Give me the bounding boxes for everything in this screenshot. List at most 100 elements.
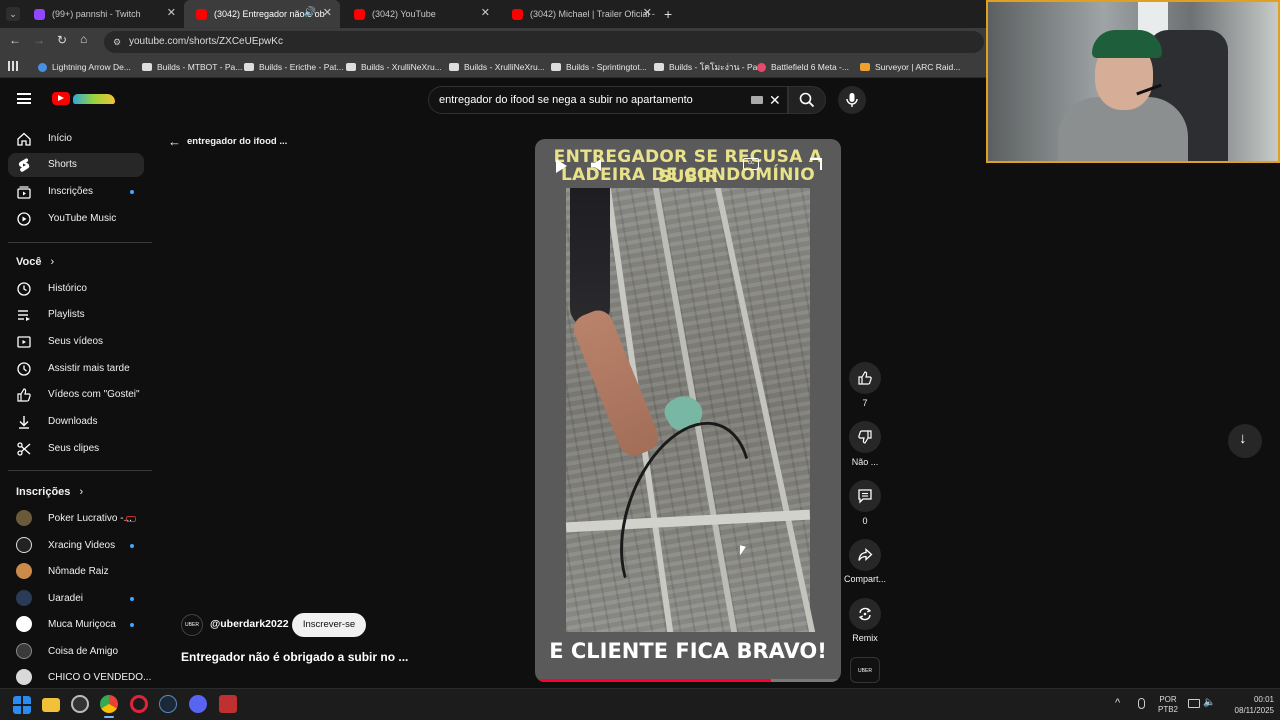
bookmark-label: Builds - MTBOT - Pa...	[157, 62, 243, 72]
subscription-item[interactable]: CHICO O VENDEDO...	[8, 666, 151, 690]
sidebar-item-your-clips[interactable]: Seus clipes	[8, 437, 144, 461]
volume-tray-icon[interactable]: 🔈	[1203, 697, 1215, 708]
bookmark-item[interactable]: Surveyor | ARC Raid...	[860, 56, 960, 78]
windows-start-icon[interactable]	[13, 696, 31, 714]
subscription-item[interactable]: Nômade Raiz	[8, 560, 144, 584]
bookmark-item[interactable]: Lightning Arrow De...	[38, 56, 131, 78]
sidebar-item-youtube-music[interactable]: YouTube Music	[8, 207, 144, 231]
back-to-results-button[interactable]: ← entregador do ifood ...	[168, 133, 287, 149]
bookmark-item[interactable]: Builds - Ericthe - Pat...	[244, 56, 344, 78]
dislike-button[interactable]	[849, 421, 881, 453]
bookmark-item[interactable]: Builds - XrulliNeXru...	[449, 56, 545, 78]
bookmark-item[interactable]: Builds - MTBOT - Pa...	[142, 56, 242, 78]
shorts-video-player[interactable]: ENTREGADOR SE RECUSA A SUBIR LADEIRA DE …	[535, 139, 841, 682]
sidebar-item-downloads[interactable]: Downloads	[8, 410, 144, 434]
play-pause-icon[interactable]	[556, 159, 567, 173]
channel-avatar	[16, 669, 32, 685]
home-button-icon[interactable]: ⌂	[80, 32, 87, 46]
close-tab-icon[interactable]: ✕	[643, 6, 652, 19]
remix-button[interactable]	[849, 598, 881, 630]
browser-tab-michael[interactable]: (3042) Michael | Trailer Oficial - ✕	[500, 0, 660, 28]
clock[interactable]: 00:01 08/11/2025	[1222, 694, 1274, 716]
app-icon[interactable]	[71, 695, 89, 713]
sidebar-item-label: Uaradei	[48, 593, 84, 604]
comments-button[interactable]	[849, 480, 881, 512]
subscription-item[interactable]: Muca Muriçoca	[8, 613, 144, 637]
close-tab-icon[interactable]: ✕	[167, 6, 176, 19]
forward-icon[interactable]: →	[33, 33, 45, 47]
bookmark-favicon-icon	[142, 63, 152, 71]
sidebar-item-your-videos[interactable]: Seus vídeos	[8, 330, 144, 354]
channel-handle[interactable]: @uberdark2022	[210, 618, 289, 630]
channel-avatar[interactable]: UBER	[181, 614, 203, 636]
subscribe-button[interactable]: Inscrever-se	[292, 613, 366, 637]
sidebar-item-subscriptions[interactable]: Inscrições	[8, 180, 144, 204]
site-info-icon[interactable]: ⚙	[113, 31, 121, 53]
hamburger-menu-icon[interactable]	[17, 93, 31, 104]
bookmark-item[interactable]: Builds - XrulliNeXru...	[346, 56, 442, 78]
apps-grid-icon[interactable]	[8, 61, 18, 71]
you-section-header[interactable]: Você ›	[16, 256, 54, 268]
sound-thumbnail[interactable]: UBER DARK	[850, 657, 880, 700]
share-button[interactable]	[849, 539, 881, 571]
next-video-button[interactable]: ↓	[1228, 424, 1262, 458]
microphone-tray-icon[interactable]	[1138, 698, 1145, 709]
reload-icon[interactable]: ↻	[57, 33, 67, 47]
channel-avatar	[16, 590, 32, 606]
sidebar-item-shorts[interactable]: Shorts	[8, 153, 144, 177]
subscription-item[interactable]: Xracing Videos	[8, 534, 144, 558]
search-button[interactable]	[788, 86, 826, 114]
network-icon[interactable]	[1188, 699, 1200, 708]
progress-track[interactable]	[535, 679, 841, 682]
bookmark-item[interactable]: Builds - Sprintingtot...	[551, 56, 647, 78]
bookmark-label: Builds - XrulliNeXru...	[464, 62, 545, 72]
opera-icon[interactable]	[130, 695, 148, 713]
subscription-item[interactable]: Coisa de Amigo	[8, 640, 144, 664]
sidebar-item-label: Seus clipes	[48, 443, 100, 454]
file-explorer-icon[interactable]	[42, 698, 60, 712]
bookmark-label: Builds - Ericthe - Pat...	[259, 62, 344, 72]
back-icon[interactable]: ←	[9, 33, 21, 47]
channel-avatar	[16, 510, 32, 526]
sidebar-item-history[interactable]: Histórico	[8, 277, 144, 301]
app-icon[interactable]	[219, 695, 237, 713]
keyboard-icon[interactable]	[751, 96, 763, 104]
active-app-indicator	[104, 716, 114, 718]
bookmark-item[interactable]: Battlefield 6 Meta -...	[757, 56, 849, 78]
browser-tab-twitch[interactable]: (99+) pannshi - Twitch ✕	[22, 0, 184, 28]
fullscreen-icon[interactable]	[810, 158, 822, 170]
sidebar-item-home[interactable]: Início	[8, 127, 144, 151]
shorts-title[interactable]: Entregador não é obrigado a subir no ...	[181, 650, 408, 664]
subscriptions-section-header[interactable]: Inscrições ›	[16, 486, 83, 498]
chrome-icon[interactable]	[100, 695, 118, 713]
captions-icon[interactable]: cc	[743, 158, 759, 170]
subscription-item[interactable]: Uaradei	[8, 587, 144, 611]
sidebar-item-label: Muca Muriçoca	[48, 619, 116, 630]
youtube-logo[interactable]	[52, 92, 116, 106]
sidebar-item-watch-later[interactable]: Assistir mais tarde	[8, 357, 144, 381]
browser-tab-shorts[interactable]: (3042) Entregador não é ob 🔊 ✕	[184, 0, 340, 28]
language-indicator[interactable]: POR PTB2	[1158, 695, 1178, 715]
discord-icon[interactable]	[189, 695, 207, 713]
tab-search-button[interactable]: ⌄	[6, 7, 20, 21]
sidebar-item-playlists[interactable]: Playlists	[8, 303, 144, 327]
subscription-item[interactable]: Poker Lucrativo -...	[8, 507, 144, 531]
clear-search-icon[interactable]: ✕	[769, 87, 781, 113]
clips-icon	[17, 442, 31, 456]
bookmark-item[interactable]: Builds - โคโมะง่าน - Pa...	[654, 56, 764, 78]
show-hidden-icons[interactable]: ^	[1115, 697, 1120, 709]
sidebar-item-liked-videos[interactable]: Vídeos com "Gostei"	[8, 383, 144, 407]
close-tab-icon[interactable]: ✕	[481, 6, 490, 19]
new-tab-button[interactable]: +	[664, 6, 672, 22]
search-input[interactable]: entregador do ifood se nega a subir no a…	[428, 86, 788, 114]
speaker-icon[interactable]: 🔊	[304, 7, 316, 18]
sidebar-item-label: Downloads	[48, 416, 98, 427]
browser-tab-youtube[interactable]: (3042) YouTube ✕	[342, 0, 498, 28]
voice-search-button[interactable]	[838, 86, 866, 114]
steam-icon[interactable]	[159, 695, 177, 713]
like-button[interactable]	[849, 362, 881, 394]
live-indicator-icon	[126, 516, 136, 522]
keyboard-layout: PTB2	[1158, 705, 1179, 714]
close-tab-icon[interactable]: ✕	[323, 6, 332, 19]
address-bar[interactable]: ⚙ youtube.com/shorts/ZXCeUEpwKc	[104, 31, 984, 53]
